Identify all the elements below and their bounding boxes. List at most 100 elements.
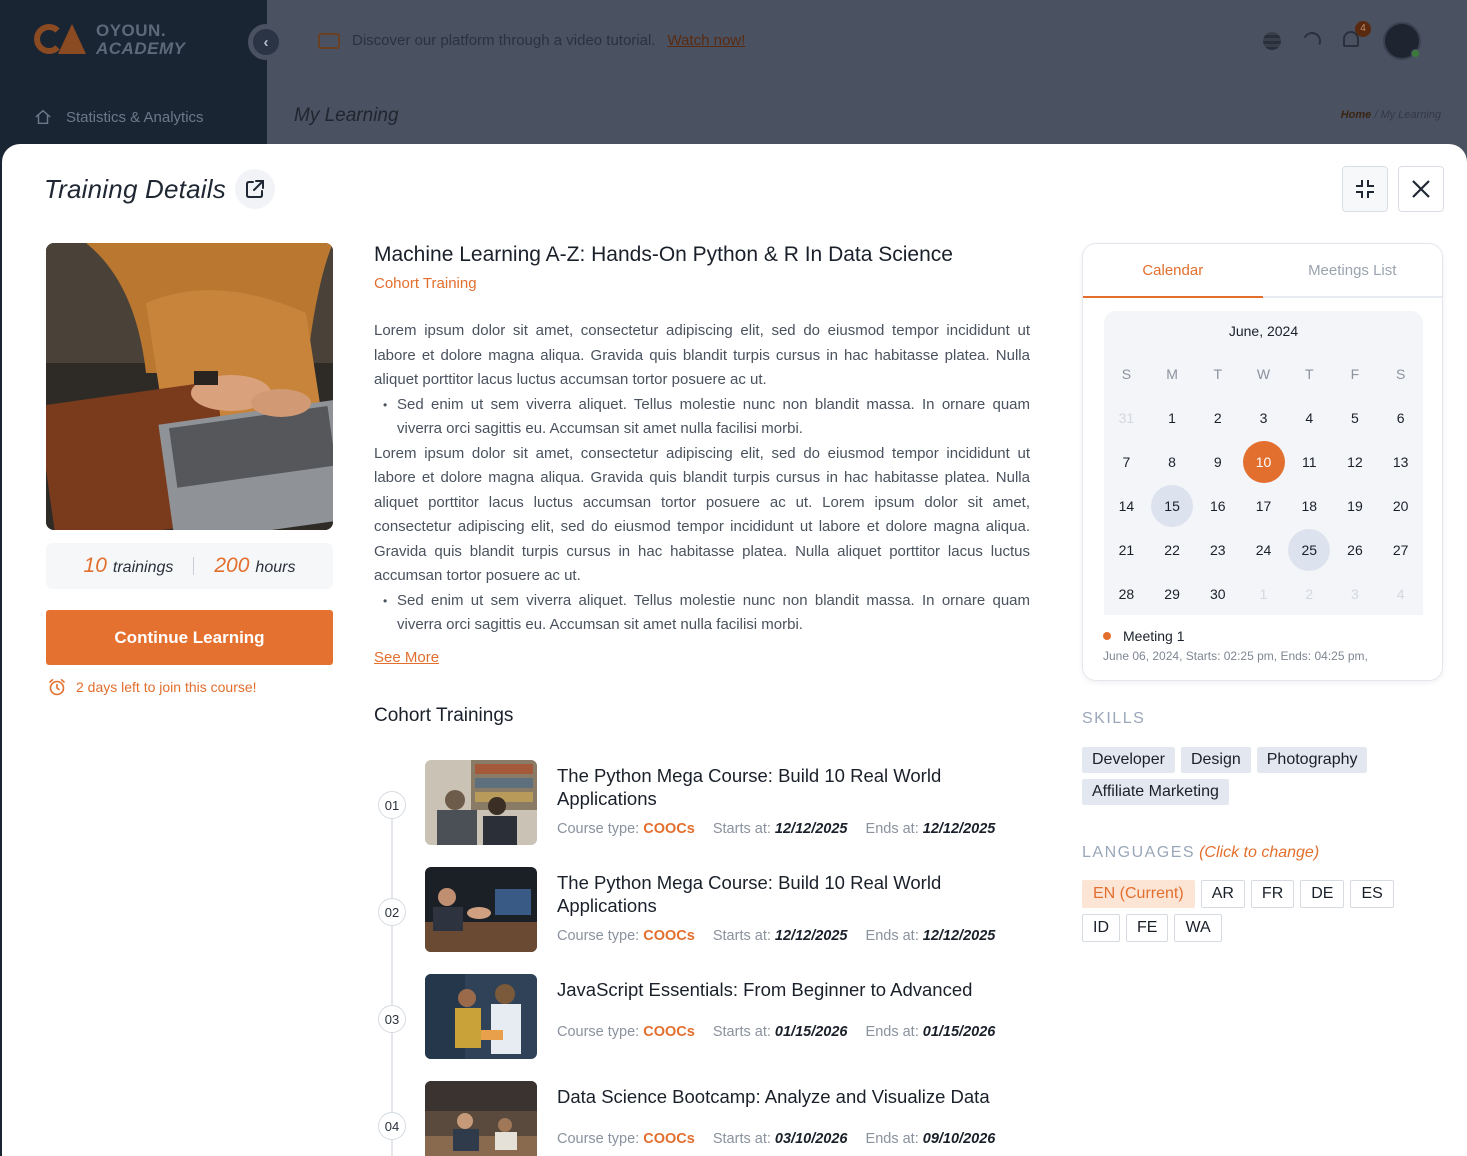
step-number: 01 [378,791,406,819]
calendar-day[interactable]: 29 [1149,572,1195,615]
trainings-stat: 10 trainings [84,554,174,578]
calendar-day[interactable]: 27 [1378,528,1424,571]
weekday-label: F [1332,352,1378,395]
calendar-day-number: 11 [1301,453,1317,470]
language-chip-id[interactable]: ID [1082,914,1120,942]
calendar-day[interactable]: 30 [1195,572,1241,615]
cohort-training-item[interactable]: 02 The Python Mega Course: Build 10 Real… [378,867,1038,957]
open-external-button[interactable] [235,169,275,209]
banner-text: Discover our platform through a video tu… [352,32,656,49]
language-chip-es[interactable]: ES [1350,880,1394,908]
calendar-day[interactable]: 19 [1332,484,1378,527]
calendar-day-number: 14 [1118,497,1135,514]
calendar-day[interactable]: 28 [1104,572,1149,615]
calendar-day[interactable]: 8 [1149,440,1195,483]
calendar-day[interactable]: 1 [1241,572,1286,615]
calendar-day[interactable]: 20 [1378,484,1424,527]
calendar-day[interactable]: 23 [1195,528,1241,571]
bell-icon[interactable]: 4 [1343,21,1371,51]
tab-calendar[interactable]: Calendar [1083,244,1263,298]
course-type-label: Course type: [557,821,640,837]
calendar-day-number: 4 [1396,585,1405,602]
calendar-day[interactable]: 2 [1286,572,1332,615]
continue-learning-button[interactable]: Continue Learning [46,610,333,665]
calendar-day-number: 2 [1305,585,1314,602]
course-type: Cohort Training [374,275,477,292]
language-chip-en[interactable]: EN (Current) [1082,880,1195,908]
calendar-day[interactable]: 4 [1378,572,1424,615]
tab-meetings-list[interactable]: Meetings List [1263,244,1443,296]
calendar-day[interactable]: 12 [1332,440,1378,483]
meeting-time: June 06, 2024, Starts: 02:25 pm, Ends: 0… [1103,649,1368,663]
calendar-day[interactable]: 9 [1195,440,1241,483]
ends-date: 01/15/2026 [922,1024,996,1040]
calendar-day[interactable]: 18 [1286,484,1332,527]
calendar-day[interactable]: 14 [1104,484,1149,527]
step-number: 02 [378,898,406,926]
calendar-day[interactable]: 17 [1241,484,1286,527]
calendar-weeks: 31 1 2 3 4 5 6 7 8 9 10 11 12 13 14 15 16 17 18 19 20 21 22 23 2… [1104,396,1424,615]
training-thumbnail [425,1081,537,1156]
watch-now-link[interactable]: Watch now! [667,32,745,49]
weekday-label: M [1149,352,1195,395]
breadcrumb-home[interactable]: Home [1341,109,1372,121]
calendar-week: 14 15 16 17 18 19 20 [1104,484,1424,527]
language-chip-wa[interactable]: WA [1174,914,1222,942]
cohort-training-item[interactable]: 01 The Python Mega Course: Build 10 Real… [378,760,1038,850]
course-type-value: COOCs [643,1024,695,1040]
calendar-day-number: 27 [1392,541,1409,558]
cohort-training-item[interactable]: 03 JavaScript Essentials: From Beginner … [378,974,1038,1064]
calendar-day-number: 22 [1164,541,1180,558]
calendar-day[interactable]: 4 [1286,396,1332,439]
calendar-day[interactable]: 3 [1241,396,1286,439]
language-chip-de[interactable]: DE [1300,880,1345,908]
calendar-day[interactable]: 26 [1332,528,1378,571]
online-status-icon [1411,49,1420,58]
trainings-label: trainings [112,559,174,576]
language-chip-fr[interactable]: FR [1250,880,1295,908]
cohort-training-item[interactable]: 04 Data Science Bootcamp: Analyze and Vi… [378,1081,1038,1156]
academy-logo[interactable]: OYOUN. ACADEMY [34,22,185,58]
calendar-day-number: 15 [1151,484,1194,527]
calendar-day[interactable]: 5 [1332,396,1378,439]
meeting-entry[interactable]: Meeting 1 June 06, 2024, Starts: 02:25 p… [1103,628,1368,663]
calendar-day[interactable]: 7 [1104,440,1149,483]
calendar-day[interactable]: 15 [1149,484,1195,527]
hours-label: hours [255,559,296,576]
language-chip-ar[interactable]: AR [1200,880,1245,908]
calendar-day-number: 31 [1118,409,1135,426]
calendar-month: June, 2024 [1228,323,1299,339]
calendar-day[interactable]: 13 [1378,440,1424,483]
calendar-day-number: 18 [1301,497,1318,514]
calendar-day[interactable]: 11 [1286,440,1332,483]
calendar-day[interactable]: 3 [1332,572,1378,615]
sidebar-item-statistics[interactable]: Statistics & Analytics [34,108,204,126]
ends-label: Ends at: [865,1024,919,1040]
sidebar-collapse-button[interactable]: ‹ [248,24,284,60]
calendar-day[interactable]: 22 [1149,528,1195,571]
us-flag-icon[interactable] [1263,32,1281,50]
training-title: The Python Mega Course: Build 10 Real Wo… [557,765,942,809]
training-thumbnail [425,974,537,1059]
skills-heading: SKILLS [1082,710,1146,727]
calendar-day[interactable]: 31 [1104,396,1149,439]
minimize-button[interactable] [1342,166,1388,212]
see-more-link[interactable]: See More [374,649,439,666]
course-type-value: COOCs [643,821,695,837]
calendar-day[interactable]: 21 [1104,528,1149,571]
calendar-day[interactable]: 2 [1195,396,1241,439]
calendar-day[interactable]: 1 [1149,396,1195,439]
avatar[interactable] [1383,22,1421,60]
close-button[interactable] [1398,166,1444,212]
calendar-day[interactable]: 16 [1195,484,1241,527]
description-bullet: Sed enim ut sem viverra aliquet. Tellus … [383,589,1030,638]
calendar-day[interactable]: 6 [1378,396,1424,439]
language-chip-fe[interactable]: FE [1126,914,1169,942]
calendar-day[interactable]: 24 [1241,528,1286,571]
weekday-label: S [1378,352,1424,395]
calendar-day[interactable]: 10 [1241,440,1286,483]
calendar-day[interactable]: 25 [1286,528,1332,571]
chevron-left-icon: ‹ [263,33,269,51]
moon-icon[interactable] [1300,29,1324,53]
ends-date: 12/12/2025 [922,821,996,837]
